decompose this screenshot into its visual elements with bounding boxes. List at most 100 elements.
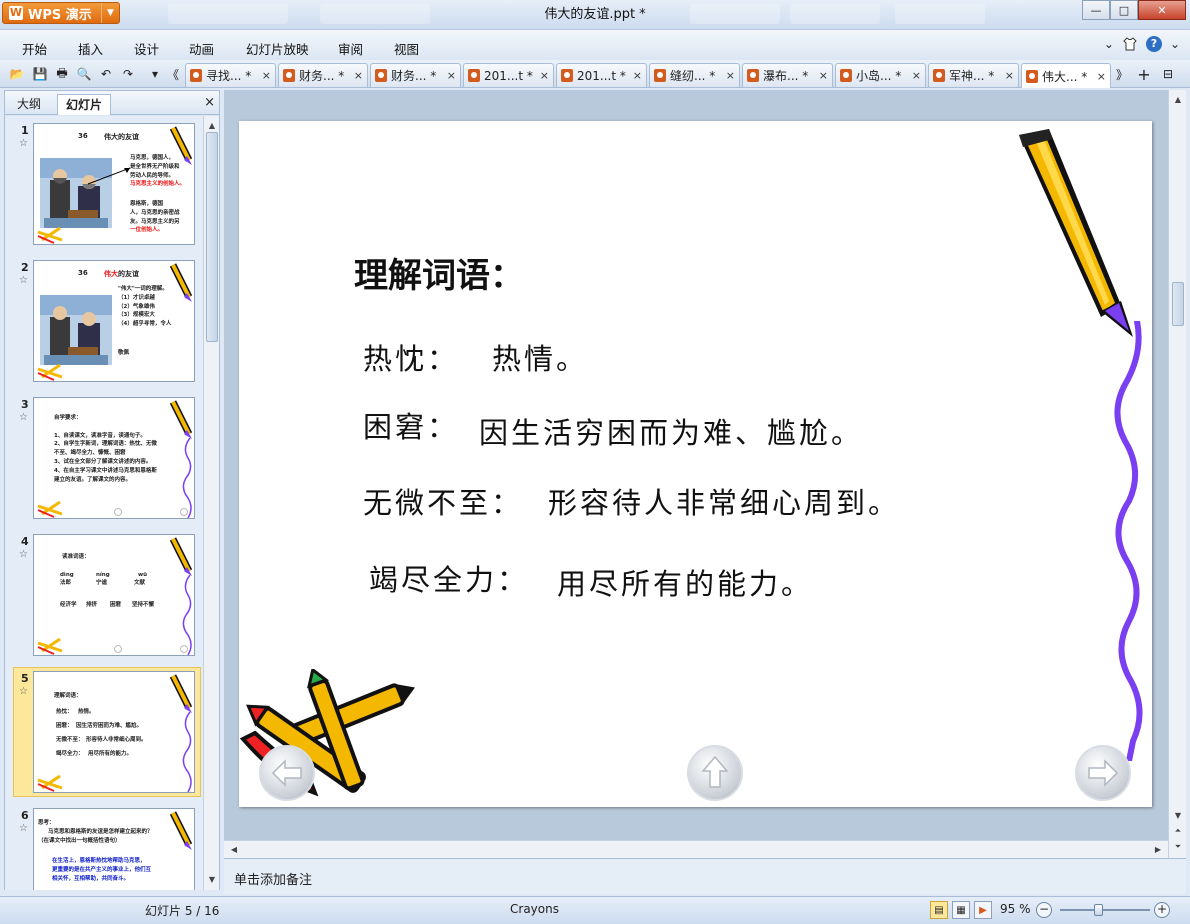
minimize-button[interactable]: —: [1082, 0, 1110, 20]
slideshow-view-icon[interactable]: ▶: [974, 901, 992, 919]
document-tab[interactable]: 伟大... * ×: [1021, 63, 1111, 88]
document-tab[interactable]: 缝纫... * ×: [649, 63, 740, 87]
save-icon[interactable]: 💾: [32, 66, 48, 82]
new-tab-icon[interactable]: +: [1136, 65, 1152, 84]
print-preview-icon[interactable]: 🔍: [76, 66, 92, 82]
close-icon[interactable]: ×: [633, 69, 642, 82]
slide-thumbnail-1[interactable]: 36 伟大的友谊 马克思，德国人， 是全世界无产阶级和 劳动人民的导师。 马克思…: [33, 123, 195, 245]
zoom-out-button[interactable]: −: [1036, 902, 1052, 918]
menu-slideshow[interactable]: 幻灯片放映: [246, 39, 309, 58]
menu-animation[interactable]: 动画: [189, 39, 214, 58]
close-icon[interactable]: ×: [540, 69, 549, 82]
close-icon[interactable]: ×: [912, 69, 921, 82]
close-icon[interactable]: ×: [447, 69, 456, 82]
term-3[interactable]: 无微不至：: [363, 480, 523, 522]
skin-shirt-icon[interactable]: [1122, 36, 1138, 52]
normal-view-icon[interactable]: ▤: [930, 901, 948, 919]
thumbnail-scrollbar[interactable]: ▲ ▼: [203, 116, 219, 890]
slide-thumbnail-6[interactable]: 思考： 马克思和恩格斯的友谊是怎样建立起来的？ （在课文中找出一句概括性语句） …: [33, 808, 195, 890]
document-tab-label: 伟大... *: [1042, 69, 1088, 84]
close-button[interactable]: ✕: [1138, 0, 1186, 20]
meaning-1[interactable]: 热情。: [492, 336, 588, 378]
close-icon[interactable]: ×: [1097, 70, 1106, 83]
menu-view[interactable]: 视图: [394, 39, 419, 58]
meaning-3[interactable]: 形容待人非常细心周到。: [548, 480, 900, 522]
slide-thumbnail-3[interactable]: 自学要求： 1、自读课文，读准字音，读通句子。 2、自学生字新词，理解词语：热忱…: [33, 397, 195, 519]
tab-scroll-left-icon[interactable]: 《: [165, 66, 181, 82]
close-icon[interactable]: ×: [354, 69, 363, 82]
scrollbar-thumb[interactable]: [206, 132, 218, 342]
scroll-down-icon[interactable]: ▼: [1170, 808, 1186, 822]
document-tab[interactable]: 财务... * ×: [278, 63, 368, 87]
term-4[interactable]: 竭尽全力：: [369, 557, 529, 599]
document-tab[interactable]: 寻找... * ×: [185, 63, 276, 87]
window-list-icon[interactable]: ⊟: [1160, 66, 1176, 82]
zoom-slider[interactable]: [1060, 909, 1150, 911]
next-page-icon[interactable]: ⏷: [1170, 840, 1186, 854]
document-tab[interactable]: 201...t * ×: [556, 63, 647, 87]
term-2[interactable]: 困窘：: [363, 404, 459, 446]
zoom-slider-knob[interactable]: [1093, 904, 1103, 916]
document-tab[interactable]: 201...t * ×: [463, 63, 554, 87]
thumb-line: 热忱：: [56, 709, 73, 715]
scroll-down-icon[interactable]: ▼: [204, 872, 220, 886]
redo-icon[interactable]: ↷: [120, 66, 136, 82]
presentation-file-icon: [840, 69, 852, 82]
menu-insert[interactable]: 插入: [78, 39, 103, 58]
editor-vertical-scrollbar[interactable]: ▲ ▼ ⏶ ⏷: [1168, 90, 1186, 858]
thumb-line: 敬佩: [118, 350, 130, 356]
menu-design[interactable]: 设计: [134, 39, 159, 58]
document-tab[interactable]: 小岛... * ×: [835, 63, 926, 87]
tab-slides[interactable]: 幻灯片: [57, 94, 112, 115]
document-tab-label: 瀑布... *: [763, 69, 809, 83]
ribbon-collapse-icon[interactable]: ⌄: [1104, 37, 1114, 51]
scroll-left-icon[interactable]: ◀: [226, 842, 242, 856]
help-icon[interactable]: ?: [1145, 36, 1162, 52]
crayons-icon: [37, 363, 63, 381]
presentation-file-icon: [561, 69, 573, 82]
next-slide-button[interactable]: [1075, 745, 1131, 801]
slide-thumbnail-4[interactable]: 读准词语： dìng níng wū 法郎 宁谧 文献 经济学 排挤 困窘 坚持…: [33, 534, 195, 656]
notes-pane[interactable]: 单击添加备注: [224, 858, 1186, 894]
scrollbar-thumb[interactable]: [1172, 282, 1184, 326]
document-tab-label: 财务... *: [391, 69, 437, 83]
slide-title[interactable]: 理解词语：: [354, 248, 524, 297]
help-dropdown-icon[interactable]: ⌄: [1170, 37, 1180, 51]
previous-page-icon[interactable]: ⏶: [1170, 824, 1186, 838]
home-slide-button[interactable]: [687, 745, 743, 801]
notes-placeholder[interactable]: 单击添加备注: [234, 869, 312, 888]
close-icon[interactable]: ×: [726, 69, 735, 82]
menu-home[interactable]: 开始: [22, 39, 47, 58]
open-folder-icon[interactable]: 📂: [9, 66, 25, 82]
meaning-4[interactable]: 用尽所有的能力。: [557, 561, 813, 603]
zoom-level-text[interactable]: 95 %: [1000, 902, 1031, 916]
toolbar-more-icon[interactable]: ▾: [147, 66, 163, 82]
tab-scroll-right-icon[interactable]: 》: [1114, 66, 1130, 82]
meaning-2[interactable]: 因生活穷困而为难、尴尬。: [479, 410, 863, 452]
close-icon[interactable]: ×: [204, 95, 215, 110]
document-tab[interactable]: 瀑布... * ×: [742, 63, 833, 87]
close-icon[interactable]: ×: [1005, 69, 1014, 82]
slide-thumbnail-5[interactable]: 理解词语： 热忱： 热情。 困窘： 因生活穷困而为难、尴尬。 无微不至： 形容待…: [33, 671, 195, 793]
prev-slide-button[interactable]: [259, 745, 315, 801]
zoom-in-button[interactable]: +: [1154, 902, 1170, 918]
tab-outline[interactable]: 大纲: [9, 94, 49, 115]
term-1[interactable]: 热忱：: [363, 336, 459, 378]
close-icon[interactable]: ×: [819, 69, 828, 82]
undo-icon[interactable]: ↶: [98, 66, 114, 82]
scroll-right-icon[interactable]: ▶: [1150, 842, 1166, 856]
scroll-up-icon[interactable]: ▲: [204, 118, 220, 132]
menu-review[interactable]: 审阅: [338, 39, 363, 58]
maximize-button[interactable]: □: [1110, 0, 1138, 20]
slide-sorter-view-icon[interactable]: ▦: [952, 901, 970, 919]
editor-horizontal-scrollbar[interactable]: ◀ ▶: [224, 840, 1168, 858]
current-slide[interactable]: 理解词语： 热忱： 热情。 困窘： 因生活穷困而为难、尴尬。 无微不至： 形容待…: [239, 121, 1152, 807]
slide-thumbnail-2[interactable]: 36 伟大 的友谊 "伟大"一词的理解。 （1）才识卓越 （2）气象雄伟 （3）…: [33, 260, 195, 382]
thumb-line: 困窘: [110, 602, 122, 608]
document-tab[interactable]: 财务... * ×: [370, 63, 461, 87]
print-icon[interactable]: 🖶: [54, 66, 70, 82]
close-icon[interactable]: ×: [262, 69, 271, 82]
document-tab[interactable]: 军神... * ×: [928, 63, 1019, 87]
scroll-up-icon[interactable]: ▲: [1170, 92, 1186, 106]
thumb-line: 经济学: [60, 602, 77, 608]
